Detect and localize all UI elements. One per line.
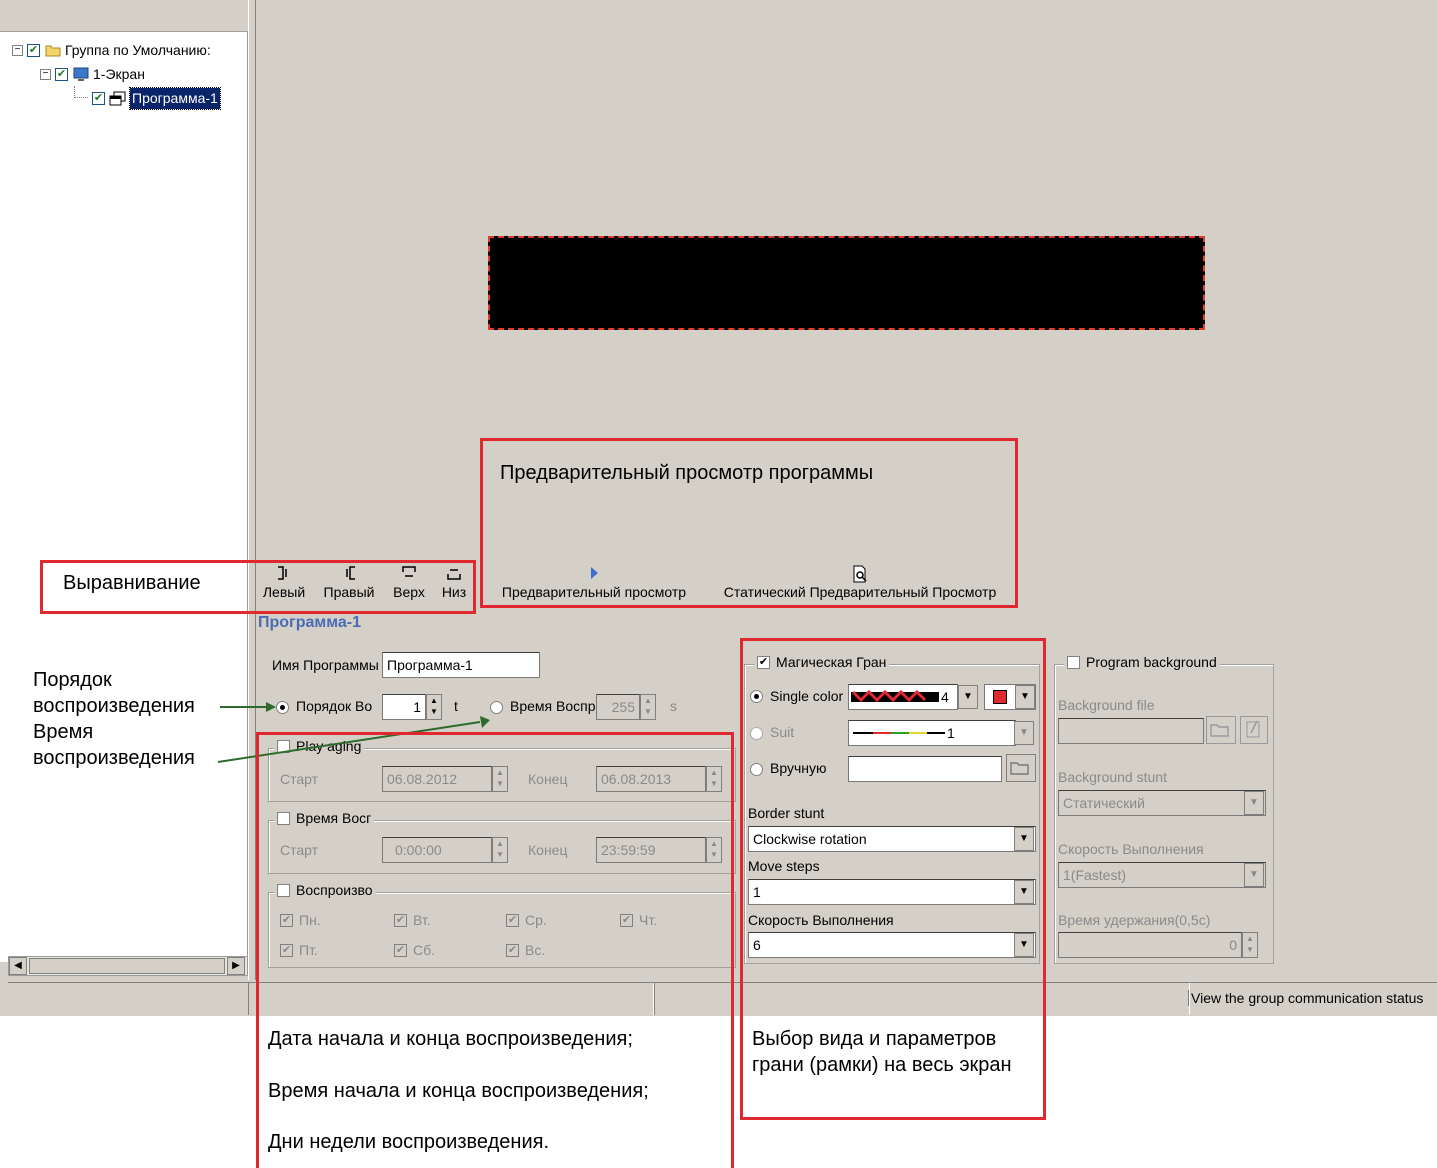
annotation-border-2: грани (рамки) на весь экран (752, 1054, 1012, 1076)
hold-time-label: Время удержания(0,5с) (1058, 912, 1211, 928)
annotation-align: Выравнивание (63, 572, 201, 594)
open-folder-icon (1210, 724, 1229, 737)
scroll-right-icon[interactable]: ▶ (227, 957, 245, 975)
section-title: Программа-1 (258, 614, 361, 631)
background-file-label: Background file (1058, 697, 1155, 713)
background-speed-select[interactable]: 1(Fastest) (1058, 862, 1266, 888)
scroll-left-icon[interactable]: ◀ (9, 957, 27, 975)
background-checkbox[interactable] (1067, 655, 1080, 669)
folder-icon (44, 43, 61, 59)
collapse-icon[interactable]: − (12, 45, 23, 56)
tree-header (0, 0, 248, 32)
time-spinner[interactable]: ▲ ▼ (640, 694, 656, 720)
tree-label-program: Программа-1 (129, 87, 221, 110)
checkbox-icon[interactable]: ✔ (92, 92, 105, 105)
background-edit-button[interactable] (1240, 716, 1268, 744)
annotation-dates-3: Дни недели воспроизведения. (268, 1131, 549, 1153)
tree-panel: − ✔ Группа по Умолчанию: − ✔ 1-Экран ✔ П… (0, 0, 248, 962)
background-title-text: Program background (1086, 654, 1217, 670)
annotation-border-1: Выбор вида и параметров (752, 1028, 997, 1050)
scroll-thumb[interactable] (29, 958, 225, 974)
time-label: Время Воспр (510, 698, 596, 714)
edit-icon (1246, 720, 1260, 738)
led-screen-preview (488, 236, 1205, 330)
tree-horizontal-scrollbar[interactable]: ◀ ▶ (8, 956, 248, 976)
hold-time-input[interactable]: 0 (1058, 932, 1242, 958)
annotation-preview: Предварительный просмотр программы (500, 462, 874, 484)
arrow-order-head (266, 702, 276, 712)
monitor-icon (72, 67, 89, 83)
annotation-order-2: воспроизведения (33, 695, 195, 717)
program-name-label: Имя Программы (272, 657, 379, 673)
background-speed-label: Скорость Выполнения (1058, 841, 1204, 857)
annotation-dates-1: Дата начала и конца воспроизведения; (268, 1028, 633, 1050)
annotation-order-1: Порядок (33, 669, 112, 691)
hold-time-spinner[interactable]: ▲ ▼ (1242, 932, 1258, 958)
checkbox-icon[interactable]: ✔ (55, 68, 68, 81)
program-icon (109, 91, 126, 107)
time-unit: s (670, 698, 677, 714)
panel-splitter[interactable] (248, 0, 256, 980)
chevron-down-icon[interactable]: ▼ (1244, 863, 1264, 887)
background-stunt-select[interactable]: Статический (1058, 790, 1266, 816)
collapse-icon[interactable]: − (40, 69, 51, 80)
arrow-time-head (480, 716, 490, 728)
time-input[interactable]: 255 (596, 694, 640, 720)
background-folder-button[interactable] (1206, 716, 1236, 744)
tree-label-screen: 1-Экран (93, 66, 145, 82)
annotation-dates-2: Время начала и конца воспроизведения; (268, 1080, 649, 1102)
program-name-input[interactable]: Программа-1 (382, 652, 540, 678)
chevron-down-icon[interactable]: ▼ (1244, 791, 1264, 815)
checkbox-icon[interactable]: ✔ (27, 44, 40, 57)
tree-label-group: Группа по Умолчанию: (65, 42, 211, 58)
annotation-time-2: воспроизведения (33, 747, 195, 769)
tree-node-program[interactable]: ✔ Программа-1 (92, 87, 221, 110)
tree-connector (74, 86, 88, 98)
tree-node-group[interactable]: − ✔ Группа по Умолчанию: (12, 40, 211, 61)
tree-node-screen[interactable]: − ✔ 1-Экран (40, 64, 145, 85)
background-title: Program background (1064, 654, 1220, 670)
annotation-time-1: Время (33, 721, 94, 743)
status-text: View the group communication status (1188, 990, 1423, 1006)
background-stunt-label: Background stunt (1058, 769, 1167, 785)
background-file-input[interactable] (1058, 718, 1204, 744)
